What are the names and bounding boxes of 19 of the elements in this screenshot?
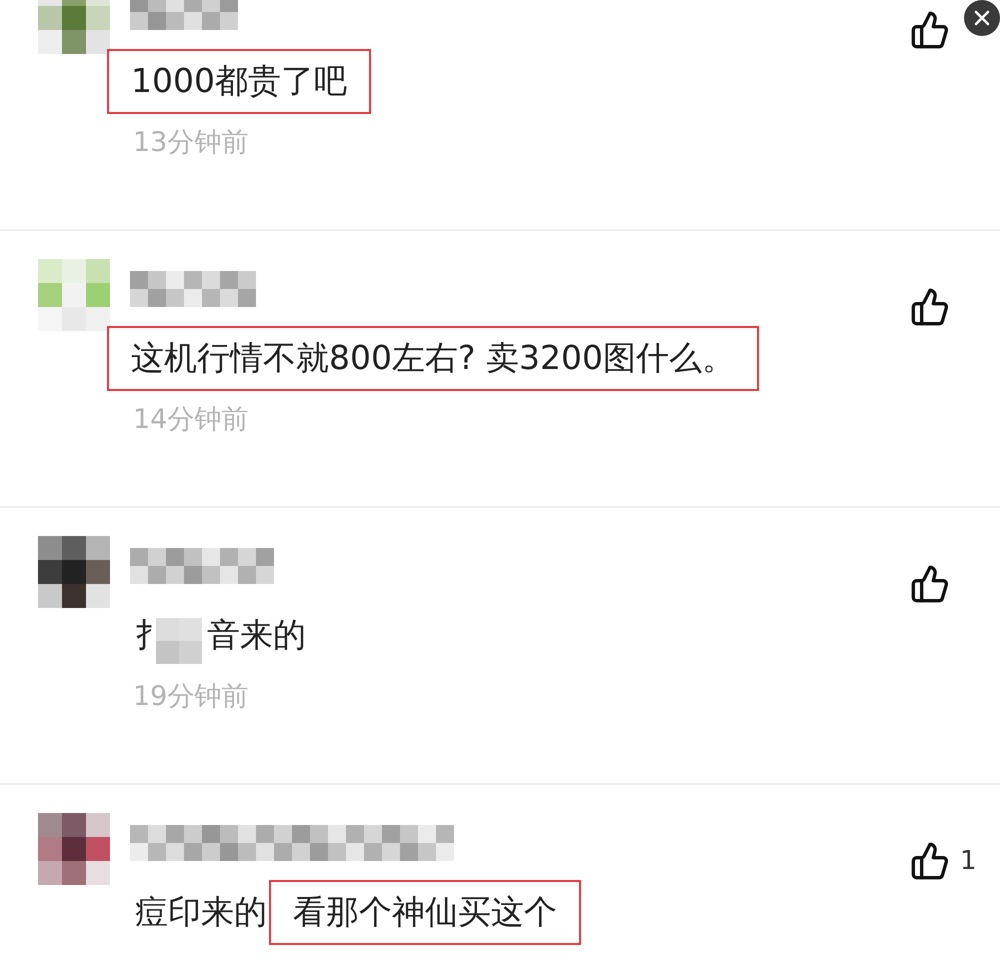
blurred-avatar bbox=[38, 259, 110, 331]
blurred-avatar bbox=[38, 0, 110, 54]
comment-time: 14分钟前 bbox=[133, 403, 250, 437]
blurred-avatar bbox=[38, 813, 110, 885]
comment-text: 扌 bbox=[134, 614, 169, 656]
highlighted-comment-text: 这机行情不就800左右? 卖3200图什么。 bbox=[107, 326, 759, 390]
comment-time: 13分钟前 bbox=[133, 126, 250, 160]
thumbs-up-icon[interactable] bbox=[910, 287, 950, 327]
comment-text: 痘印来的 bbox=[134, 890, 268, 932]
blurred-avatar bbox=[38, 536, 110, 608]
like-count: 1 bbox=[960, 846, 977, 876]
close-button[interactable] bbox=[964, 0, 1000, 36]
highlighted-comment-text: 看那个神仙买这个 bbox=[269, 880, 581, 944]
comment-time: 19分钟前 bbox=[133, 680, 250, 714]
comment-text: 音来的 bbox=[206, 614, 307, 656]
thumbs-up-icon[interactable] bbox=[910, 841, 950, 881]
thumbs-up-icon[interactable] bbox=[910, 564, 950, 604]
thumbs-up-icon[interactable] bbox=[910, 10, 950, 50]
highlighted-comment-text: 1000都贵了吧 bbox=[107, 48, 371, 114]
